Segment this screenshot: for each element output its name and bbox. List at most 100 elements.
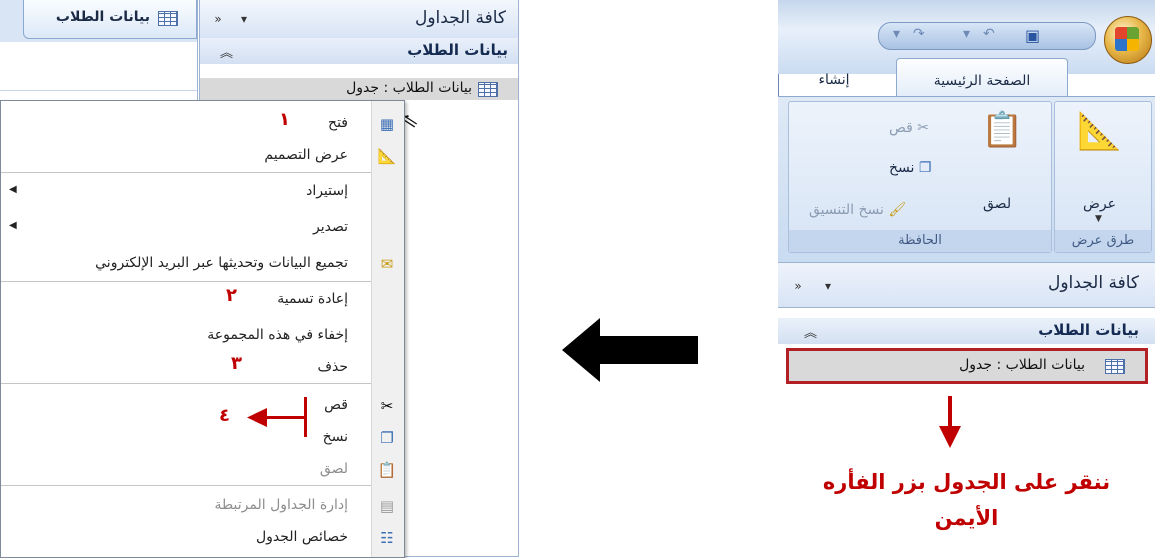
menu-item-label: إستيراد: [306, 183, 348, 199]
dropdown-chevron-icon: ▼: [1095, 214, 1102, 224]
menu-item-delete[interactable]: حذف: [1, 353, 404, 383]
menu-separator: [1, 383, 371, 384]
copy-label: نسخ: [889, 160, 915, 176]
scissors-icon: ✂: [917, 120, 930, 136]
linked-table-manager-icon: ▤: [379, 497, 395, 515]
menu-item-label: قص: [324, 397, 348, 413]
annotation-number-1: ١: [279, 109, 290, 130]
save-icon[interactable]: ▣: [1025, 26, 1040, 45]
table-icon: [478, 82, 498, 97]
menu-item-design-view[interactable]: 📐 عرض التصميم: [1, 141, 404, 171]
group-title: بيانات الطلاب: [407, 41, 508, 59]
group-title: بيانات الطلاب: [1038, 321, 1139, 339]
office-button[interactable]: [1104, 16, 1152, 64]
menu-item-label: عرض التصميم: [264, 147, 348, 163]
open-table-icon: ▦: [379, 115, 395, 133]
annotation-number-3: ٣: [231, 353, 242, 374]
menu-item-label: تصدير: [312, 219, 348, 235]
views-group-label: طرق عرض: [1055, 230, 1151, 252]
menu-item-copy[interactable]: ❐ نسخ: [1, 423, 404, 453]
paste-button[interactable]: 📋 لصق: [975, 110, 1023, 212]
table-icon: [158, 11, 178, 26]
dropdown-chevron-icon[interactable]: ▾: [818, 277, 838, 295]
redo-icon[interactable]: ↷: [913, 26, 925, 42]
menu-item-label: إدارة الجداول المرتبطة: [214, 497, 348, 513]
navigation-pane-title: كافة الجداول: [414, 8, 506, 28]
menu-item-label: إعادة تسمية: [277, 291, 348, 307]
instruction-line-1: ننقر على الجدول بزر الفأره: [822, 470, 1111, 494]
ribbon-tabs: إنشاء الصفحة الرئيسية: [778, 58, 1155, 97]
qat-buttons: ▾ ↷ ▾ ↶ ▣: [878, 22, 1096, 50]
menu-item-hide-in-group[interactable]: إخفاء في هذه المجموعة: [1, 321, 404, 351]
menu-item-label: نسخ: [322, 429, 348, 445]
dropdown-chevron-icon[interactable]: ▾: [234, 10, 254, 28]
annotation-number-4: ٤: [219, 405, 230, 426]
table-properties-icon: ☷: [380, 529, 394, 547]
menu-separator: [1, 485, 371, 486]
paste-icon: 📋: [981, 110, 1024, 150]
format-painter-button[interactable]: نسخ التنسيق 🖌: [809, 202, 906, 218]
nav-item-student-table[interactable]: بيانات الطلاب : جدول: [786, 348, 1148, 384]
document-tab-student-data[interactable]: بيانات الطلاب: [23, 0, 197, 39]
instruction-text: ننقر على الجدول بزر الفأره الأيمن: [778, 464, 1155, 536]
navigation-pane-header[interactable]: كافة الجداول ▾ »: [778, 262, 1155, 308]
menu-item-cut[interactable]: ✂ قص: [1, 391, 404, 421]
menu-item-rename[interactable]: إعادة تسمية: [1, 285, 404, 315]
collapse-pane-icon[interactable]: »: [208, 10, 228, 28]
annotation-arrowhead-icon: [247, 408, 267, 427]
menu-item-paste[interactable]: 📋 لصق: [1, 455, 404, 485]
cut-label: قص: [889, 120, 913, 136]
copy-icon: ❐: [380, 429, 394, 447]
annotation-arrow-shaft: [263, 416, 305, 419]
group-header[interactable]: بيانات الطلاب ︽: [200, 38, 518, 64]
copy-icon: ❐: [918, 160, 932, 176]
collapse-group-icon[interactable]: ︽: [220, 42, 233, 61]
direction-arrow-icon: [562, 318, 698, 382]
collapse-group-icon[interactable]: ︽: [804, 322, 817, 341]
format-painter-label: نسخ التنسيق: [809, 202, 884, 218]
instruction-line-2: الأيمن: [934, 506, 999, 530]
format-painter-icon: 🖌: [888, 202, 907, 218]
document-tab-strip: بيانات الطلاب: [0, 0, 198, 42]
paste-icon: 📋: [377, 461, 397, 479]
clipboard-group: 📋 لصق قص ✂ نسخ ❐ نسخ التنسيق 🖌 ◳ الحافظة: [788, 101, 1052, 253]
navigation-pane-header[interactable]: كافة الجداول ▾ »: [200, 0, 518, 39]
nav-item-label: بيانات الطلاب : جدول: [959, 357, 1085, 373]
document-tab-label: بيانات الطلاب: [55, 9, 150, 25]
group-header[interactable]: بيانات الطلاب ︽: [778, 318, 1155, 344]
menu-item-label: خصائص الجدول: [255, 529, 348, 545]
menu-item-import[interactable]: ◀ إستيراد: [1, 177, 404, 207]
menu-item-label: حذف: [317, 359, 348, 375]
navigation-pane: كافة الجداول ▾ » بيانات الطلاب ︽ بيانات …: [778, 262, 1155, 558]
qat-dropdown-icon[interactable]: ▾: [963, 26, 970, 42]
paste-label: لصق: [983, 196, 1012, 212]
collapse-pane-icon[interactable]: »: [788, 277, 808, 295]
menu-item-export[interactable]: ◀ تصدير: [1, 213, 404, 243]
menu-item-label: إخفاء في هذه المجموعة: [207, 327, 348, 343]
menu-item-label: تجميع البيانات وتحديثها عبر البريد الإلك…: [95, 255, 348, 271]
menu-item-collect-data[interactable]: ✉ تجميع البيانات وتحديثها عبر البريد الإ…: [1, 249, 404, 279]
tab-create[interactable]: إنشاء: [798, 58, 870, 96]
view-button[interactable]: 📐 عرض ▼: [1073, 110, 1133, 224]
design-view-icon: 📐: [377, 147, 397, 165]
menu-item-open[interactable]: ▦ فتح: [1, 109, 404, 139]
submenu-arrow-icon: ◀: [9, 184, 17, 195]
menu-item-linked-table-manager[interactable]: ▤ إدارة الجداول المرتبطة: [1, 491, 404, 521]
clipboard-group-label: الحافظة: [789, 230, 1051, 252]
submenu-arrow-icon: ◀: [9, 220, 17, 231]
annotation-number-2: ٢: [226, 285, 237, 306]
tab-home[interactable]: الصفحة الرئيسية: [896, 58, 1068, 97]
undo-icon[interactable]: ↶: [983, 26, 995, 42]
nav-item-student-table[interactable]: بيانات الطلاب : جدول: [200, 78, 518, 100]
table-icon: [1105, 359, 1125, 374]
down-arrow-icon: [939, 396, 961, 448]
copy-button[interactable]: نسخ ❐: [889, 160, 931, 176]
menu-item-table-properties[interactable]: ☷ خصائص الجدول: [1, 523, 404, 553]
menu-separator: [1, 172, 371, 173]
left-screenshot: بيانات الطلاب كافة الجداول ▾ » بيانات ال…: [0, 0, 519, 558]
cut-button[interactable]: قص ✂: [889, 120, 929, 136]
design-view-icon: 📐: [1077, 111, 1122, 152]
ribbon: 📋 لصق قص ✂ نسخ ❐ نسخ التنسيق 🖌 ◳ الحافظة…: [778, 96, 1155, 263]
qat-dropdown-icon[interactable]: ▾: [893, 26, 900, 42]
context-menu: ▦ فتح 📐 عرض التصميم ◀ إستيراد ◀ تصدير ✉ …: [0, 100, 405, 558]
